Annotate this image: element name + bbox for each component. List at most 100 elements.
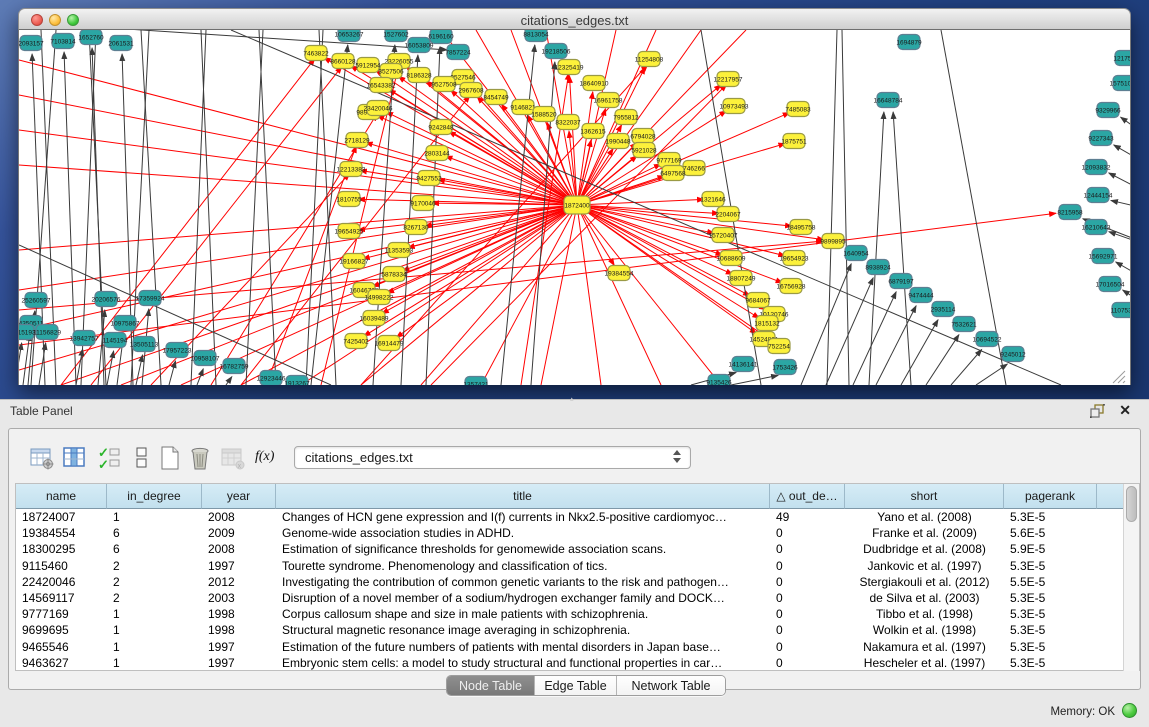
graph-node[interactable]: 8267130 [403, 220, 429, 235]
graph-node[interactable]: 15720407 [709, 228, 738, 243]
graph-node[interactable]: 1872400 [564, 196, 590, 214]
cell-title[interactable]: Investigating the contribution of common… [276, 574, 770, 590]
graph-edge[interactable] [893, 112, 911, 385]
cell-name[interactable]: 19384554 [16, 525, 107, 541]
cell-short[interactable]: Dudbridge et al. (2008) [845, 541, 1004, 557]
tab-edge-table[interactable]: Edge Table [535, 676, 617, 696]
graph-edge[interactable] [259, 30, 276, 385]
cell-name[interactable]: 9115460 [16, 558, 107, 574]
graph-node[interactable]: 5921028 [631, 143, 657, 158]
graph-node[interactable]: 9245012 [1000, 347, 1026, 362]
graph-node[interactable]: 17957223 [163, 343, 192, 358]
table-row[interactable]: 946554611997Estimation of the future num… [16, 639, 1124, 655]
cell-out_degree[interactable]: 0 [770, 655, 845, 671]
graph-node[interactable]: 7532621 [951, 317, 977, 332]
graph-node[interactable]: 1107533 [1111, 303, 1131, 318]
graph-node[interactable]: 7103814 [50, 34, 76, 49]
graph-node[interactable]: 17359924 [136, 291, 165, 306]
cell-short[interactable]: Nakamura et al. (1997) [845, 639, 1004, 655]
cell-pagerank[interactable]: 5.3E-5 [1004, 558, 1097, 574]
column-select-icon[interactable] [62, 445, 88, 471]
graph-node[interactable]: 19654923 [780, 251, 809, 266]
cell-title[interactable]: Estimation of significance thresholds fo… [276, 541, 770, 557]
graph-node[interactable]: 1217534 [1113, 51, 1131, 66]
graph-edge[interactable] [541, 205, 577, 385]
column-header-pagerank[interactable]: pagerank [1004, 484, 1097, 509]
table-row[interactable]: 1456911722003Disruption of a novel membe… [16, 590, 1124, 606]
cell-out_degree[interactable]: 49 [770, 509, 845, 525]
cell-name[interactable]: 18724007 [16, 509, 107, 525]
graph-node[interactable]: 25260597 [22, 293, 51, 308]
graph-node[interactable]: 1321646 [700, 192, 726, 207]
graph-node[interactable]: 1913267 [284, 376, 310, 386]
cell-in_degree[interactable]: 6 [107, 541, 202, 557]
citation-network-graph[interactable]: 1872400746382286601285912954232260553527… [19, 30, 1131, 385]
graph-node[interactable]: 20206576 [92, 292, 121, 307]
cell-year[interactable]: 2008 [202, 509, 276, 525]
graph-edge[interactable] [226, 377, 232, 385]
trash-icon[interactable] [187, 445, 213, 471]
resize-grip-icon[interactable] [1123, 381, 1125, 383]
cell-short[interactable]: Franke et al. (2009) [845, 525, 1004, 541]
graph-node[interactable]: 1815132 [754, 316, 780, 331]
graph-node[interactable]: 10973493 [720, 99, 749, 114]
graph-node[interactable]: 19166827 [340, 254, 369, 269]
cell-title[interactable]: Estimation of the future numbers of pati… [276, 639, 770, 655]
graph-edge[interactable] [201, 30, 216, 385]
graph-node[interactable]: 16782759 [220, 359, 249, 374]
cell-pagerank[interactable]: 5.6E-5 [1004, 525, 1097, 541]
graph-node[interactable]: 9427552 [416, 171, 442, 186]
graph-edge[interactable] [19, 60, 577, 205]
splitter-handle-icon[interactable]: ▴ [570, 395, 578, 403]
cell-in_degree[interactable]: 1 [107, 639, 202, 655]
graph-node[interactable]: 7485083 [785, 102, 811, 117]
graph-node[interactable]: 7463822 [303, 46, 329, 61]
graph-node[interactable]: 8322037 [555, 115, 581, 130]
graph-node[interactable]: 8186328 [406, 68, 432, 83]
graph-node[interactable]: 8938924 [865, 260, 891, 275]
graph-node[interactable]: 2718129 [344, 133, 370, 148]
graph-node[interactable]: 5878334 [381, 267, 407, 282]
graph-edge[interactable] [141, 30, 161, 385]
graph-node[interactable]: 11156829 [33, 325, 61, 340]
graph-node[interactable]: 6794028 [630, 129, 656, 144]
graph-node[interactable]: 1875751 [781, 134, 807, 149]
resize-grip-icon[interactable] [1113, 371, 1125, 383]
graph-node[interactable]: 12217957 [714, 72, 743, 87]
graph-node[interactable]: 2935114 [931, 302, 956, 317]
graph-node[interactable]: 17016504 [1096, 277, 1125, 292]
scrollbar-thumb[interactable] [1126, 486, 1137, 522]
cell-short[interactable]: Stergiakouli et al. (2012) [845, 574, 1004, 590]
graph-node[interactable]: 12923446 [257, 371, 286, 386]
graph-edge[interactable] [951, 350, 982, 385]
graph-edge[interactable] [311, 45, 348, 385]
graph-node[interactable]: 9329966 [1095, 103, 1121, 118]
graph-node[interactable]: 1753426 [772, 360, 798, 375]
graph-edge[interactable] [577, 199, 704, 205]
new-document-icon[interactable] [157, 445, 183, 471]
cell-short[interactable]: Jankovic et al. (1997) [845, 558, 1004, 574]
cell-name[interactable]: 14569117 [16, 590, 107, 606]
graph-node[interactable]: 1694879 [896, 35, 922, 50]
graph-node[interactable]: 8813054 [523, 30, 549, 42]
graph-node[interactable]: 7857224 [445, 45, 471, 60]
memory-ok-icon[interactable] [1122, 703, 1137, 718]
graph-node[interactable]: 16961758 [594, 93, 623, 108]
table-row[interactable]: 969969511998Structural magnetic resonanc… [16, 622, 1124, 638]
graph-edge[interactable] [19, 165, 577, 205]
graph-node[interactable]: 19218506 [542, 44, 571, 59]
graph-node[interactable]: 2093157 [19, 36, 44, 51]
graph-node[interactable]: 12093832 [1082, 160, 1111, 175]
column-header-in_degree[interactable]: in_degree [107, 484, 202, 509]
graph-node[interactable]: 13505113 [130, 337, 159, 352]
table-row[interactable]: 1938455462009Genome-wide association stu… [16, 525, 1124, 541]
tab-node-table[interactable]: Node Table [447, 676, 535, 696]
graph-node[interactable]: 2967608 [458, 83, 484, 98]
cell-in_degree[interactable]: 1 [107, 606, 202, 622]
cell-pagerank[interactable]: 5.3E-5 [1004, 590, 1097, 606]
graph-node[interactable]: 1652760 [78, 30, 104, 45]
graph-node[interactable]: 9135426 [706, 375, 732, 386]
cell-out_degree[interactable]: 0 [770, 622, 845, 638]
graph-edge[interactable] [306, 30, 323, 385]
graph-node[interactable]: 6497568 [660, 166, 686, 181]
